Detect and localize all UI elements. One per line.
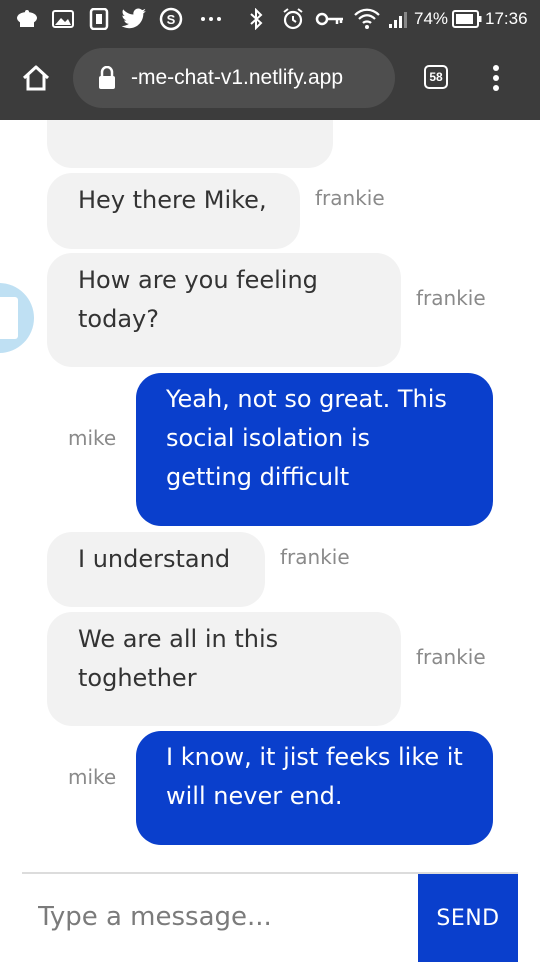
more-dots-icon (198, 0, 224, 38)
sender-label: frankie (416, 286, 486, 310)
alarm-icon (280, 0, 306, 38)
chef-hat-icon (14, 0, 40, 38)
send-button[interactable]: SEND (418, 874, 518, 962)
battery-percent: 74% (414, 9, 449, 28)
message-composer: SEND (22, 872, 518, 962)
twitter-icon (120, 0, 148, 38)
message-bubble-incoming: Hey there Mike, (47, 173, 300, 249)
status-bar: S 74% 17:36 (0, 0, 540, 38)
sender-label: frankie (280, 545, 350, 569)
message-bubble-incoming: We are all in this toghether (47, 612, 401, 726)
address-bar[interactable]: ‑me-chat-v1.netlify.app (73, 48, 395, 108)
svg-text:S: S (167, 12, 176, 27)
chat-messages[interactable]: Hey there Mike, frankie How are you feel… (0, 120, 540, 872)
message-bubble-incoming: How are you feeling today? (47, 253, 401, 367)
url-text: ‑me-chat-v1.netlify.app (131, 66, 344, 89)
battery-icon (451, 0, 483, 38)
tab-switcher-button[interactable]: 58 (424, 65, 448, 89)
flipboard-icon (88, 0, 110, 38)
message-bubble-outgoing: I know, it jist feeks like it will never… (136, 731, 493, 845)
sender-label: mike (68, 765, 117, 789)
overflow-menu-icon[interactable] (486, 60, 506, 96)
image-icon (50, 0, 76, 38)
sender-label: frankie (416, 645, 486, 669)
message-bubble-outgoing: Yeah, not so great. This social isolatio… (136, 373, 493, 526)
vpn-key-icon (314, 0, 346, 38)
sender-label: frankie (315, 186, 385, 210)
assistant-avatar-icon[interactable] (0, 283, 34, 353)
message-bubble-partial (47, 120, 333, 168)
bluetooth-icon (245, 0, 267, 38)
wifi-icon (353, 0, 381, 38)
home-icon[interactable] (18, 60, 54, 96)
lock-icon (95, 64, 119, 92)
message-bubble-incoming: I understand (47, 532, 265, 607)
sender-label: mike (68, 426, 117, 450)
browser-toolbar: ‑me-chat-v1.netlify.app 58 (0, 38, 540, 120)
skype-icon: S (158, 0, 184, 38)
signal-icon (386, 0, 412, 38)
clock: 17:36 (485, 9, 528, 28)
message-input[interactable] (22, 874, 418, 960)
